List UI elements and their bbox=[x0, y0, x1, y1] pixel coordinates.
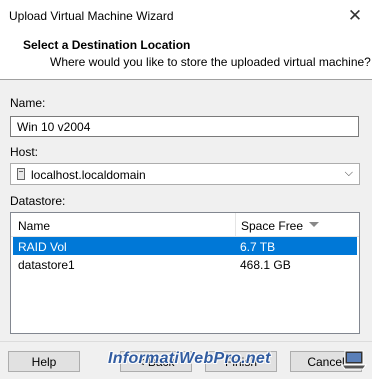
host-label: Host: bbox=[10, 145, 39, 159]
help-button[interactable]: Help bbox=[8, 351, 80, 372]
column-header-space-free[interactable]: Space Free bbox=[241, 219, 303, 233]
window-title: Upload Virtual Machine Wizard bbox=[9, 9, 174, 23]
column-divider[interactable] bbox=[235, 213, 236, 237]
table-row[interactable]: RAID Vol 6.7 TB bbox=[13, 237, 357, 255]
host-select-value: localhost.localdomain bbox=[31, 168, 146, 182]
step-title: Select a Destination Location bbox=[23, 38, 191, 52]
close-icon[interactable]: ✕ bbox=[338, 0, 372, 32]
header-divider bbox=[0, 79, 372, 80]
sort-descending-icon bbox=[309, 222, 319, 227]
datastore-label: Datastore: bbox=[10, 194, 66, 208]
host-icon bbox=[17, 168, 25, 180]
datastore-space: 468.1 GB bbox=[240, 258, 291, 272]
datastore-name: datastore1 bbox=[18, 258, 75, 272]
wizard-header: Select a Destination Location Where woul… bbox=[0, 32, 372, 79]
laptop-icon bbox=[341, 350, 367, 370]
name-label: Name: bbox=[10, 96, 46, 110]
title-bar: Upload Virtual Machine Wizard ✕ bbox=[0, 0, 372, 32]
table-row[interactable]: datastore1 468.1 GB bbox=[13, 255, 357, 273]
datastore-name: RAID Vol bbox=[18, 240, 67, 254]
column-header-name[interactable]: Name bbox=[18, 219, 50, 233]
footer-divider bbox=[0, 341, 372, 342]
step-subtitle: Where would you like to store the upload… bbox=[50, 55, 371, 69]
chevron-down-icon[interactable]: ⌵ bbox=[345, 167, 353, 180]
host-select[interactable]: localhost.localdomain ⌵ bbox=[10, 163, 360, 185]
datastore-table[interactable]: Name Space Free RAID Vol 6.7 TB datastor… bbox=[10, 212, 360, 334]
datastore-space: 6.7 TB bbox=[240, 240, 276, 254]
table-header: Name Space Free bbox=[11, 213, 359, 237]
watermark-text: InformatiWebPro.net bbox=[108, 350, 271, 367]
name-field[interactable]: Win 10 v2004 bbox=[10, 116, 359, 137]
